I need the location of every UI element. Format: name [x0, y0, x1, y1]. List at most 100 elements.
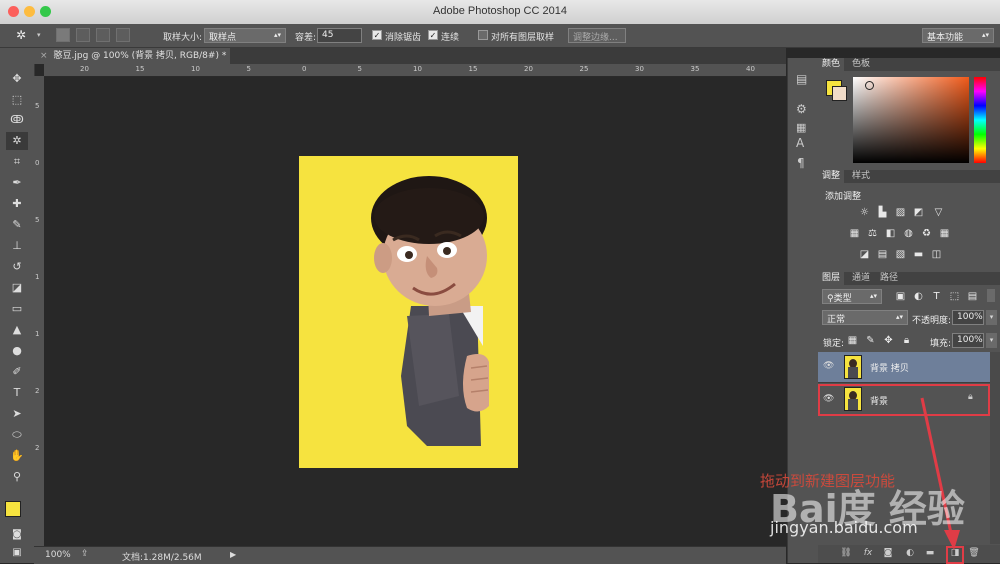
- pen-tool-icon[interactable]: ✐: [6, 363, 28, 381]
- path-selection-tool-icon[interactable]: ➤: [6, 405, 28, 423]
- layer-visibility-eye-icon[interactable]: 👁︎: [823, 361, 834, 371]
- tab-layers[interactable]: 图层: [818, 272, 845, 285]
- status-menu-arrow-icon[interactable]: ▶: [230, 550, 236, 559]
- healing-brush-tool-icon[interactable]: ✚: [6, 195, 28, 213]
- invert-icon[interactable]: ◪: [858, 249, 871, 260]
- color-balance-icon[interactable]: ⚖: [866, 228, 879, 239]
- anti-alias-checkbox[interactable]: ✓: [372, 30, 382, 40]
- tab-channels[interactable]: 通道: [848, 272, 874, 285]
- lasso-tool-icon[interactable]: ↂ: [6, 111, 28, 129]
- tools-panel: ✥ ⬚ ↂ ✲ ⌗ ✒ ✚ ✎ ⊥ ↺ ◪ ▭ ▲ ● ✐ T ➤ ⬭ ✋ ⚲ …: [0, 48, 35, 563]
- intersect-selection-button[interactable]: [116, 28, 130, 42]
- lock-pixels-icon[interactable]: ✎: [864, 335, 877, 346]
- layer-name[interactable]: 背景: [870, 394, 888, 407]
- layer-style-fx-icon[interactable]: fx: [862, 548, 874, 559]
- move-tool-icon[interactable]: ✥: [6, 70, 28, 88]
- color-picker-field[interactable]: [853, 77, 969, 163]
- link-layers-icon[interactable]: ⛓: [840, 548, 852, 559]
- preset-chevron-icon[interactable]: ▾: [37, 31, 41, 39]
- history-panel-icon[interactable]: ▤: [796, 72, 807, 86]
- tab-swatches[interactable]: 色板: [848, 58, 874, 71]
- magic-wand-tool-icon[interactable]: ✲: [6, 132, 28, 150]
- clone-stamp-tool-icon[interactable]: ⊥: [6, 237, 28, 255]
- crop-tool-icon[interactable]: ⌗: [6, 153, 28, 171]
- lock-transparent-icon[interactable]: ▦: [846, 335, 859, 346]
- document-image[interactable]: [299, 156, 518, 468]
- close-tab-icon[interactable]: ×: [40, 51, 48, 61]
- levels-icon[interactable]: ▙: [876, 207, 889, 218]
- vibrance-icon[interactable]: ▽: [932, 207, 945, 218]
- add-to-selection-button[interactable]: [76, 28, 90, 42]
- curves-icon[interactable]: ▨: [894, 207, 907, 218]
- contiguous-checkbox[interactable]: ✓: [428, 30, 438, 40]
- type-tool-icon[interactable]: T: [6, 384, 28, 402]
- blend-mode-select[interactable]: 正常 ▴▾: [822, 310, 908, 325]
- info-panel-icon[interactable]: ▦: [796, 121, 806, 134]
- threshold-icon[interactable]: ▧: [894, 249, 907, 260]
- layer-row-background-copy[interactable]: 👁︎ 背景 拷贝: [818, 352, 990, 383]
- brightness-icon[interactable]: ☼: [858, 207, 871, 218]
- zoom-tool-icon[interactable]: ⚲: [6, 468, 28, 486]
- hand-tool-icon[interactable]: ✋: [6, 447, 28, 465]
- fill-input[interactable]: 100%: [952, 333, 984, 348]
- quick-mask-icon[interactable]: ◙: [6, 526, 28, 544]
- layers-scrollbar[interactable]: [990, 352, 1000, 544]
- sample-all-layers-checkbox[interactable]: [478, 30, 488, 40]
- fill-slider-button[interactable]: ▾: [986, 333, 997, 348]
- color-picker-cursor[interactable]: [865, 81, 874, 90]
- tab-styles[interactable]: 样式: [848, 170, 874, 183]
- tab-paths[interactable]: 路径: [876, 272, 902, 285]
- history-brush-tool-icon[interactable]: ↺: [6, 258, 28, 276]
- filter-shape-icon[interactable]: ⬚: [948, 291, 961, 302]
- properties-panel-icon[interactable]: ⚙: [796, 102, 807, 116]
- opacity-slider-button[interactable]: ▾: [986, 310, 997, 325]
- lock-all-icon[interactable]: 🔒︎: [900, 335, 913, 346]
- hue-slider[interactable]: [974, 77, 986, 163]
- sample-size-select[interactable]: 取样点 ▴▾: [204, 28, 286, 43]
- layer-filter-select[interactable]: ⚲类型 ▴▾: [822, 289, 882, 304]
- ellipse-tool-icon[interactable]: ⬭: [6, 426, 28, 444]
- hue-saturation-icon[interactable]: ▦: [848, 228, 861, 239]
- tab-color[interactable]: 颜色: [818, 58, 845, 71]
- filter-pixel-icon[interactable]: ▣: [894, 291, 907, 302]
- color-panel-background-swatch[interactable]: [832, 86, 847, 101]
- lock-position-icon[interactable]: ✥: [882, 335, 895, 346]
- gradient-tool-icon[interactable]: ▭: [6, 300, 28, 318]
- filter-adjustment-icon[interactable]: ◐: [912, 291, 925, 302]
- eyedropper-tool-icon[interactable]: ✒: [6, 174, 28, 192]
- export-icon[interactable]: ⇪: [81, 549, 89, 559]
- add-mask-icon[interactable]: ◙: [882, 548, 894, 559]
- exposure-icon[interactable]: ◩: [912, 207, 925, 218]
- tolerance-input[interactable]: 45: [317, 28, 362, 43]
- filter-smart-object-icon[interactable]: ▤: [966, 291, 979, 302]
- layer-visibility-eye-icon[interactable]: 👁︎: [823, 394, 834, 404]
- tab-adjustments[interactable]: 调整: [818, 170, 845, 183]
- refine-edge-button[interactable]: 调整边缘...: [568, 28, 626, 43]
- marquee-tool-icon[interactable]: ⬚: [6, 91, 28, 109]
- subtract-from-selection-button[interactable]: [96, 28, 110, 42]
- magic-wand-preset-icon[interactable]: ✲: [16, 28, 26, 42]
- paragraph-panel-icon[interactable]: ¶: [797, 156, 805, 170]
- eraser-tool-icon[interactable]: ◪: [6, 279, 28, 297]
- photo-filter-icon[interactable]: ◍: [902, 228, 915, 239]
- layer-name[interactable]: 背景 拷贝: [870, 361, 909, 374]
- document-tab[interactable]: × 憨豆.jpg @ 100% (背景 拷贝, RGB/8#) *: [34, 48, 230, 64]
- color-lookup-icon[interactable]: ▦: [938, 228, 951, 239]
- zoom-level[interactable]: 100%: [45, 550, 71, 560]
- workspace-select[interactable]: 基本功能 ▴▾: [922, 28, 994, 43]
- filter-type-icon[interactable]: T: [930, 291, 943, 302]
- new-selection-button[interactable]: [56, 28, 70, 42]
- brush-tool-icon[interactable]: ✎: [6, 216, 28, 234]
- black-white-icon[interactable]: ◧: [884, 228, 897, 239]
- gradient-map-icon[interactable]: ▬: [912, 249, 925, 260]
- foreground-color-swatch[interactable]: [5, 501, 21, 517]
- filter-toggle[interactable]: [987, 289, 995, 302]
- selective-color-icon[interactable]: ◫: [930, 249, 943, 260]
- character-panel-icon[interactable]: A: [796, 136, 804, 150]
- channel-mixer-icon[interactable]: ♻: [920, 228, 933, 239]
- dodge-tool-icon[interactable]: ●: [6, 342, 28, 360]
- blur-tool-icon[interactable]: ▲: [6, 321, 28, 339]
- posterize-icon[interactable]: ▤: [876, 249, 889, 260]
- screen-mode-icon[interactable]: ▣: [6, 544, 28, 562]
- opacity-input[interactable]: 100%: [952, 310, 984, 325]
